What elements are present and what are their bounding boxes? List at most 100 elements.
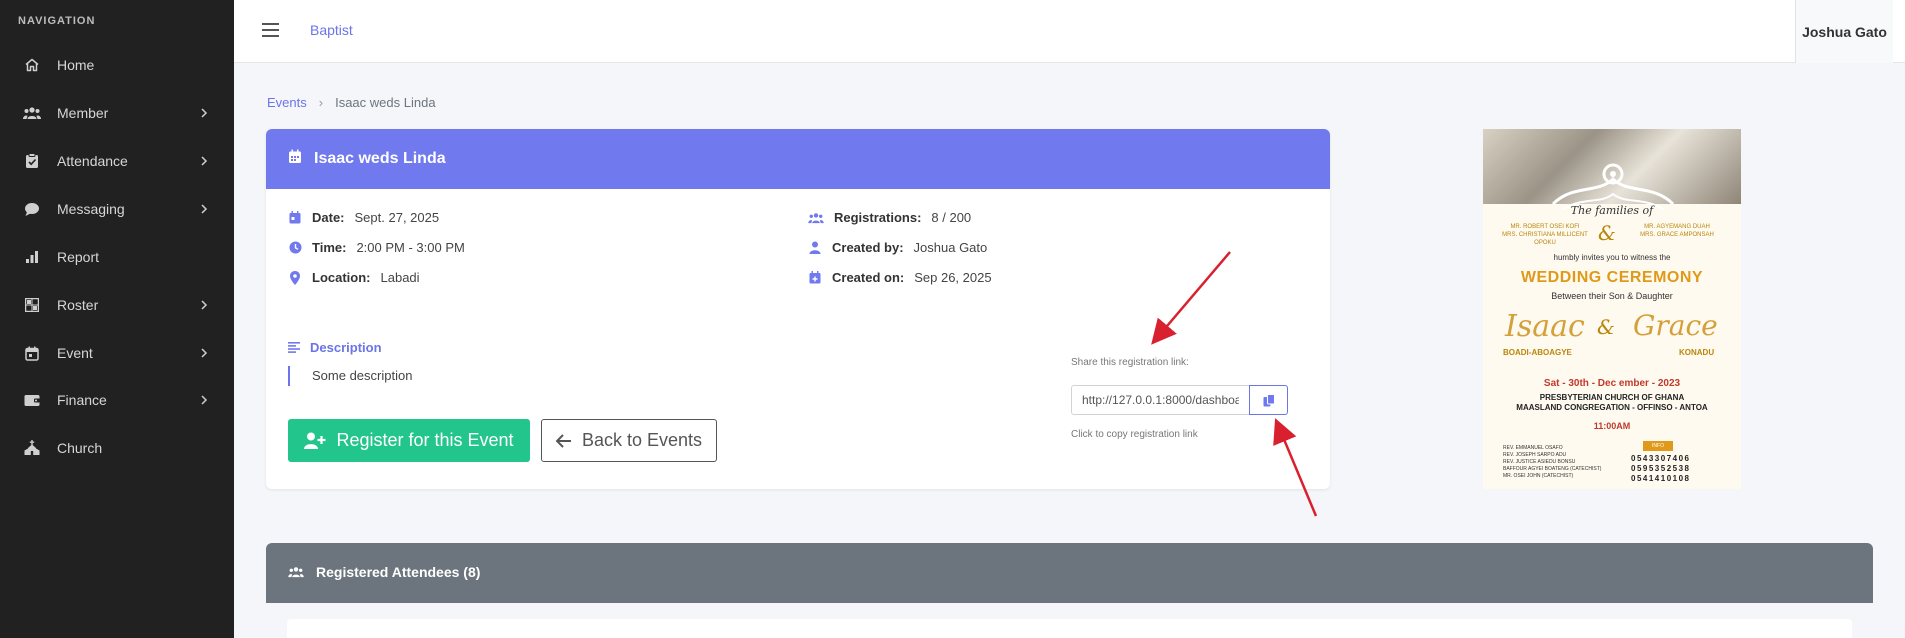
hamburger-menu-icon[interactable] (262, 23, 279, 37)
detail-label: Registrations: (834, 210, 922, 225)
chevron-right-icon (198, 155, 210, 167)
sidebar-item-roster[interactable]: Roster (0, 283, 234, 327)
users-icon (808, 211, 824, 225)
event-card: Isaac weds Linda Date: Sept. 27, 2025 Ti… (266, 129, 1330, 489)
users-icon (23, 104, 41, 122)
detail-value: Sep 26, 2025 (914, 270, 992, 285)
flyer-groom-surname: BOADI-ABOAGYE (1503, 348, 1572, 357)
event-card-header: Isaac weds Linda (266, 129, 1330, 189)
sidebar: NAVIGATION Home Member Attendance Messag… (0, 0, 234, 638)
wallet-icon (23, 391, 41, 409)
user-icon (808, 241, 822, 255)
breadcrumb-events-link[interactable]: Events (267, 95, 307, 110)
attendees-table-container (287, 619, 1852, 638)
event-location: Location: Labadi (288, 270, 420, 285)
flyer-info-badge: INFO (1643, 441, 1673, 451)
detail-label: Date: (312, 210, 345, 225)
detail-value: Sept. 27, 2025 (354, 210, 440, 225)
sidebar-item-label: Event (57, 345, 93, 361)
calendar-icon (288, 149, 302, 169)
register-button[interactable]: Register for this Event (288, 419, 530, 462)
users-icon (288, 566, 304, 578)
topbar: Baptist Joshua Gato (234, 0, 1905, 63)
calendar-icon (23, 344, 41, 362)
flyer-ampersand-2: & (1597, 315, 1615, 339)
flyer-parents-right: MR. AGYEMANG DUAH MRS. GRACE AMPONSAH (1640, 224, 1714, 238)
calendar-plus-icon (808, 271, 822, 285)
event-created-on: Created on: Sep 26, 2025 (808, 270, 992, 285)
flyer-groom: Isaac (1505, 309, 1585, 344)
detail-value: Joshua Gato (913, 240, 988, 255)
sidebar-item-label: Home (57, 57, 95, 73)
attendees-header: Registered Attendees (8) (288, 564, 480, 580)
sidebar-item-member[interactable]: Member (0, 91, 234, 135)
detail-value: Labadi (380, 270, 420, 285)
flyer-between: Between their Son & Daughter (1551, 291, 1673, 301)
description-text: Some description (288, 366, 412, 386)
breadcrumb-separator: › (318, 95, 324, 110)
sidebar-item-attendance[interactable]: Attendance (0, 139, 234, 183)
back-to-events-button[interactable]: Back to Events (541, 419, 717, 462)
bar-chart-icon (23, 248, 41, 266)
sidebar-item-label: Church (57, 440, 103, 456)
detail-value: 2:00 PM - 3:00 PM (356, 240, 465, 255)
flyer-church-line-1: PRESBYTERIAN CHURCH OF GHANA (1539, 393, 1685, 402)
back-button-label: Back to Events (581, 430, 703, 450)
home-icon (23, 56, 41, 74)
event-title: Isaac weds Linda (314, 150, 446, 167)
chevron-right-icon (198, 347, 210, 359)
description-heading: Description (288, 340, 382, 355)
sidebar-item-messaging[interactable]: Messaging (0, 187, 234, 231)
sidebar-item-label: Report (57, 249, 100, 265)
arrow-left-icon (555, 433, 572, 448)
sidebar-title: NAVIGATION (18, 15, 96, 27)
user-menu[interactable]: Joshua Gato (1795, 0, 1893, 63)
sidebar-item-label: Attendance (57, 153, 128, 169)
detail-label: Time: (312, 240, 347, 255)
flyer-phones: 0543307406 0595352538 0541410108 (1631, 454, 1691, 483)
detail-label: Created on: (832, 270, 905, 285)
detail-value: 8 / 200 (931, 210, 972, 225)
flyer-time: 11:00AM (1593, 421, 1631, 431)
sidebar-item-event[interactable]: Event (0, 331, 234, 375)
sidebar-item-home[interactable]: Home (0, 43, 234, 87)
grid-table-icon (23, 296, 41, 314)
clipboard-check-icon (23, 152, 41, 170)
attendees-card: Registered Attendees (8) (266, 543, 1873, 603)
user-plus-icon (304, 432, 326, 449)
align-left-icon (288, 342, 300, 353)
register-button-label: Register for this Event (336, 430, 514, 450)
description-heading-text: Description (310, 340, 382, 355)
chat-bubble-icon (23, 200, 41, 218)
chevron-right-icon (198, 299, 210, 311)
flyer-date: Sat - 30th - Dec ember - 2023 (1543, 378, 1681, 389)
sidebar-item-label: Finance (57, 392, 107, 408)
chevron-right-icon (198, 394, 210, 406)
copy-icon (1263, 393, 1275, 407)
flyer-families: The families of (1570, 204, 1654, 217)
event-created-by: Created by: Joshua Gato (808, 240, 987, 255)
sidebar-item-label: Roster (57, 297, 99, 313)
detail-label: Created by: (832, 240, 904, 255)
user-name: Joshua Gato (1802, 23, 1887, 40)
detail-label: Location: (312, 270, 371, 285)
copy-link-button[interactable] (1249, 385, 1288, 415)
sidebar-item-report[interactable]: Report (0, 235, 234, 279)
event-date: Date: Sept. 27, 2025 (288, 210, 439, 225)
breadcrumb-current: Isaac weds Linda (335, 95, 436, 110)
event-registrations: Registrations: 8 / 200 (808, 210, 971, 225)
brand-link[interactable]: Baptist (310, 22, 353, 38)
flyer-ceremony: WEDDING CEREMONY (1520, 269, 1704, 286)
clock-icon (288, 241, 302, 255)
sidebar-item-finance[interactable]: Finance (0, 378, 234, 422)
sidebar-item-church[interactable]: Church (0, 426, 234, 470)
breadcrumb: Events › Isaac weds Linda (267, 95, 436, 110)
flyer-bride: Grace (1633, 309, 1718, 342)
share-link-label: Share this registration link: (1071, 357, 1189, 368)
sidebar-item-label: Member (57, 105, 109, 121)
flyer-parents-left: MR. ROBERT OSEI KOFI MRS. CHRISTIANA MIL… (1502, 224, 1588, 246)
registration-link-input[interactable] (1071, 385, 1250, 415)
calendar-icon (288, 211, 302, 225)
copy-link-hint: Click to copy registration link (1071, 429, 1198, 440)
map-pin-icon (288, 270, 302, 285)
